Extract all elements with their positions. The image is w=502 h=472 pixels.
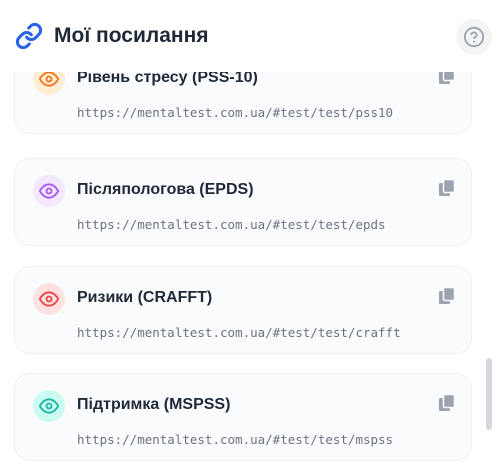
link-url[interactable]: https://mentaltest.com.ua/#test/test/msp…: [77, 431, 393, 449]
eye-icon: [39, 72, 59, 89]
help-button[interactable]: [456, 19, 492, 55]
eye-icon: [39, 289, 59, 309]
copy-icon: [437, 393, 457, 413]
link-card-epds: Післяпологова (EPDS) https://mentaltest.…: [14, 158, 472, 246]
scrollbar[interactable]: [486, 72, 492, 472]
link-title: Рівень стресу (PSS-10): [77, 72, 258, 86]
eye-badge[interactable]: [33, 72, 65, 95]
copy-button[interactable]: [436, 392, 458, 414]
scrollbar-thumb[interactable]: [486, 358, 492, 430]
link-url[interactable]: https://mentaltest.com.ua/#test/test/epd…: [77, 216, 386, 234]
page-title: Мої посилання: [54, 24, 209, 47]
copy-button[interactable]: [436, 177, 458, 199]
help-circle-icon: [463, 26, 485, 48]
copy-icon: [437, 72, 457, 86]
eye-icon: [39, 396, 59, 416]
link-card-mspss: Підтримка (MSPSS) https://mentaltest.com…: [14, 373, 472, 461]
link-title: Післяпологова (EPDS): [77, 181, 254, 198]
eye-badge[interactable]: [33, 175, 65, 207]
panel-header: Мої посилання: [0, 0, 502, 72]
eye-badge[interactable]: [33, 390, 65, 422]
copy-button[interactable]: [436, 285, 458, 307]
link-url[interactable]: https://mentaltest.com.ua/#test/test/cra…: [77, 324, 401, 342]
eye-badge[interactable]: [33, 283, 65, 315]
copy-button[interactable]: [436, 72, 458, 87]
link-title: Ризики (CRAFFT): [77, 289, 213, 306]
link-icon: [15, 22, 43, 50]
link-card-crafft: Ризики (CRAFFT) https://mentaltest.com.u…: [14, 266, 472, 354]
links-list[interactable]: Рівень стресу (PSS-10) https://mentaltes…: [0, 72, 502, 472]
link-card-pss10: Рівень стресу (PSS-10) https://mentaltes…: [14, 72, 472, 134]
eye-icon: [39, 181, 59, 201]
copy-icon: [437, 178, 457, 198]
copy-icon: [437, 286, 457, 306]
link-url[interactable]: https://mentaltest.com.ua/#test/test/pss…: [77, 104, 393, 122]
link-title: Підтримка (MSPSS): [77, 396, 231, 413]
